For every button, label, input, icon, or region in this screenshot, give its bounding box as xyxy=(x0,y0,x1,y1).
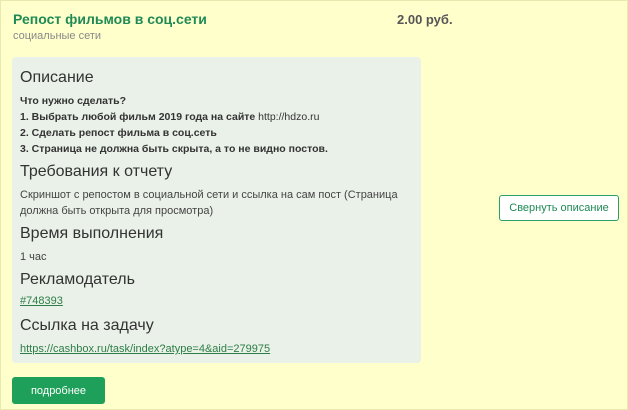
task-link-heading: Ссылка на задачу xyxy=(20,317,154,334)
description-heading: Описание xyxy=(20,69,94,86)
task-title-link[interactable]: Репост фильмов в соц.сети xyxy=(13,11,207,27)
advertiser-heading: Рекламодатель xyxy=(20,271,135,288)
report-heading: Требования к отчету xyxy=(20,163,173,180)
description-intro: Что нужно сделать? xyxy=(20,95,127,107)
task-url-link[interactable]: https://cashbox.ru/task/index?atype=4&ai… xyxy=(20,343,270,355)
description-panel: Описание Что нужно сделать? 1. Выбрать л… xyxy=(12,57,421,363)
description-step-2: 2. Сделать репост фильма в соц.сеть xyxy=(20,127,217,139)
report-text: Скриншот с репостом в социальной сети и … xyxy=(20,189,398,217)
task-card: Репост фильмов в соц.сети социальные сет… xyxy=(0,0,628,410)
description-step-1-text: 1. Выбрать любой фильм 2019 года на сайт… xyxy=(20,111,259,123)
collapse-description-button[interactable]: Свернуть описание xyxy=(499,195,619,221)
description-step-1: 1. Выбрать любой фильм 2019 года на сайт… xyxy=(20,111,319,123)
more-details-button[interactable]: подробнее xyxy=(12,377,105,404)
duration-heading: Время выполнения xyxy=(20,225,164,242)
description-step-1-site: http://hdzo.ru xyxy=(258,111,320,123)
task-category: социальные сети xyxy=(13,30,102,42)
advertiser-link[interactable]: #748393 xyxy=(20,295,63,307)
task-price: 2.00 руб. xyxy=(397,12,453,27)
description-step-3: 3. Страница не должна быть скрыта, а то … xyxy=(20,143,328,155)
duration-value: 1 час xyxy=(20,251,47,263)
